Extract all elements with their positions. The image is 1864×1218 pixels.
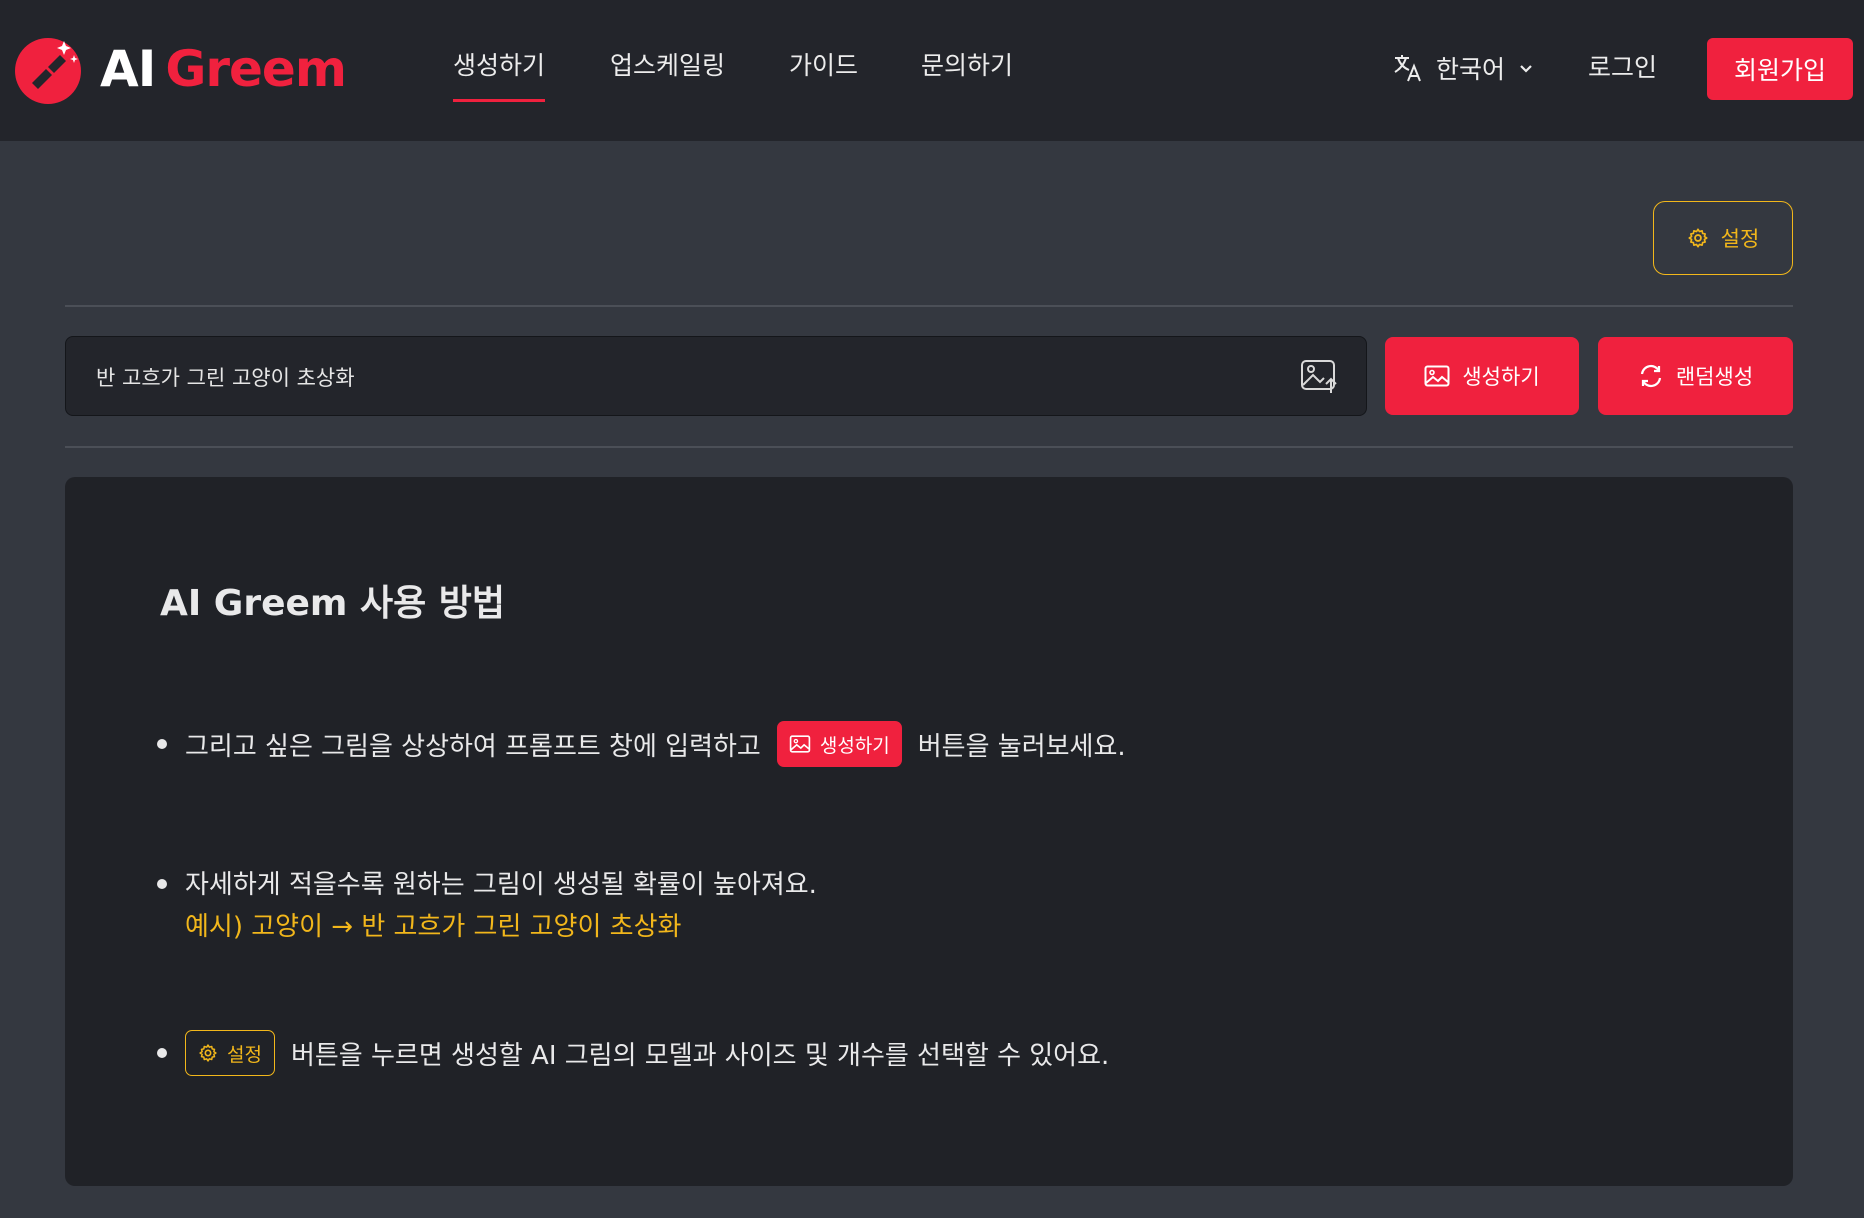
gear-icon [199,1044,217,1062]
image-upload-icon[interactable] [1300,359,1338,395]
settings-chip: 설정 [185,1030,275,1076]
guide-title: AI Greem 사용 방법 [160,583,505,624]
guide-item-3-after: 버튼을 누르면 생성할 AI 그림의 모델과 사이즈 및 개수를 선택할 수 있… [290,1040,1110,1071]
guide-item-2: 자세하게 적을수록 원하는 그림이 생성될 확률이 높아져요. [185,860,817,904]
signup-button[interactable]: 회원가입 [1707,38,1853,100]
generate-label: 생성하기 [1462,365,1540,389]
guide-item-1-after: 버튼을 눌러보세요. [917,731,1126,762]
prompt-box [65,336,1367,416]
guide-item-1: 그리고 싶은 그림을 상상하여 프롬프트 창에 입력하고 생성하기 버튼을 눌러… [185,718,1126,770]
settings-chip-label: 설정 [227,1043,262,1066]
guide-example: 예시) 고양이 → 반 고흐가 그린 고양이 초상화 [185,902,681,946]
guide-item-3: 설정 버튼을 누르면 생성할 AI 그림의 모델과 사이즈 및 개수를 선택할 … [185,1027,1109,1079]
random-generate-label: 랜덤생성 [1675,365,1754,389]
nav-upscaling[interactable]: 업스케일링 [610,46,725,86]
chevron-down-icon [1520,65,1532,73]
bullet-dot [157,879,167,889]
logo-greem-text: Greem [165,40,347,98]
generate-button[interactable]: 생성하기 [1385,337,1579,415]
top-header: AI Greem 생성하기 업스케일링 가이드 문의하기 한국어 로그인 회원가입 [0,0,1864,141]
login-link[interactable]: 로그인 [1588,48,1657,84]
gear-icon [1688,228,1708,248]
prompt-input[interactable] [96,359,1246,395]
refresh-icon [1640,364,1661,388]
bullet-dot [157,739,167,749]
nav-generate[interactable]: 생성하기 [453,46,546,102]
settings-button[interactable]: 설정 [1653,201,1793,275]
divider-bottom [65,446,1793,448]
logo[interactable]: AI Greem [12,32,347,106]
nav-contact[interactable]: 문의하기 [921,46,1013,86]
nav-guide[interactable]: 가이드 [789,46,858,86]
generate-chip-label: 생성하기 [819,734,890,757]
generate-chip: 생성하기 [776,721,902,767]
translate-icon [1394,55,1421,82]
guide-item-1-text: 그리고 싶은 그림을 상상하여 프롬프트 창에 입력하고 [185,731,761,762]
random-generate-button[interactable]: 랜덤생성 [1598,337,1793,415]
language-select[interactable]: 한국어 [1392,48,1535,88]
guide-card: AI Greem 사용 방법 그리고 싶은 그림을 상상하여 프롬프트 창에 입… [65,477,1793,1186]
bullet-dot [157,1048,167,1058]
image-icon [789,735,811,753]
image-icon [1424,365,1450,387]
guide-example-text: 예시) 고양이 → 반 고흐가 그린 고양이 초상화 [185,911,682,942]
guide-item-2-text: 자세하게 적을수록 원하는 그림이 생성될 확률이 높아져요. [185,869,817,900]
settings-label: 설정 [1720,227,1760,251]
logo-ai-text: AI [100,40,156,98]
language-label: 한국어 [1436,55,1506,84]
brush-logo-icon [15,38,81,104]
divider-top [65,305,1793,307]
